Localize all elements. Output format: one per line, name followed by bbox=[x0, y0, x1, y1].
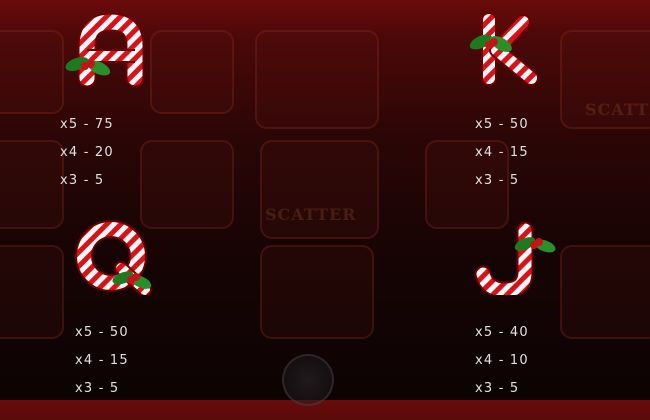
candy-cane-letter-j-icon bbox=[474, 221, 556, 295]
payout-x4: x4 - 15 bbox=[475, 145, 529, 160]
payout-x4: x4 - 10 bbox=[475, 353, 529, 368]
candy-cane-letter-k-icon bbox=[469, 12, 539, 86]
payout-x5: x5 - 40 bbox=[475, 325, 529, 340]
payout-x3: x3 - 5 bbox=[475, 381, 520, 396]
bg-reel-tile bbox=[0, 245, 64, 339]
candy-cane-letter-q-icon bbox=[75, 220, 152, 295]
bg-reel-tile bbox=[255, 30, 379, 129]
paytable-symbol-j: x5 - 40 x4 - 10 x3 - 5 bbox=[460, 220, 650, 420]
payout-x5: x5 - 50 bbox=[75, 325, 129, 340]
bg-spin-button bbox=[282, 354, 334, 406]
bg-reel-tile bbox=[260, 140, 379, 239]
bg-reel-tile bbox=[260, 245, 374, 339]
payout-x3: x3 - 5 bbox=[60, 173, 105, 188]
bg-reel-tile bbox=[0, 30, 64, 114]
paytable-symbol-k: x5 - 50 x4 - 15 x3 - 5 bbox=[460, 12, 650, 212]
paytable-symbol-a: x5 - 75 x4 - 20 x3 - 5 bbox=[60, 12, 260, 212]
payout-x4: x4 - 15 bbox=[75, 353, 129, 368]
payout-x3: x3 - 5 bbox=[75, 381, 120, 396]
payout-x3: x3 - 5 bbox=[475, 173, 520, 188]
bg-scatter-label: SCATTER bbox=[265, 205, 357, 224]
payout-x5: x5 - 50 bbox=[475, 117, 529, 132]
payout-x5: x5 - 75 bbox=[60, 117, 114, 132]
bg-reel-tile bbox=[0, 140, 64, 229]
paytable-symbol-q: x5 - 50 x4 - 15 x3 - 5 bbox=[60, 220, 260, 420]
payout-x4: x4 - 20 bbox=[60, 145, 114, 160]
candy-cane-letter-a-icon bbox=[65, 12, 145, 87]
